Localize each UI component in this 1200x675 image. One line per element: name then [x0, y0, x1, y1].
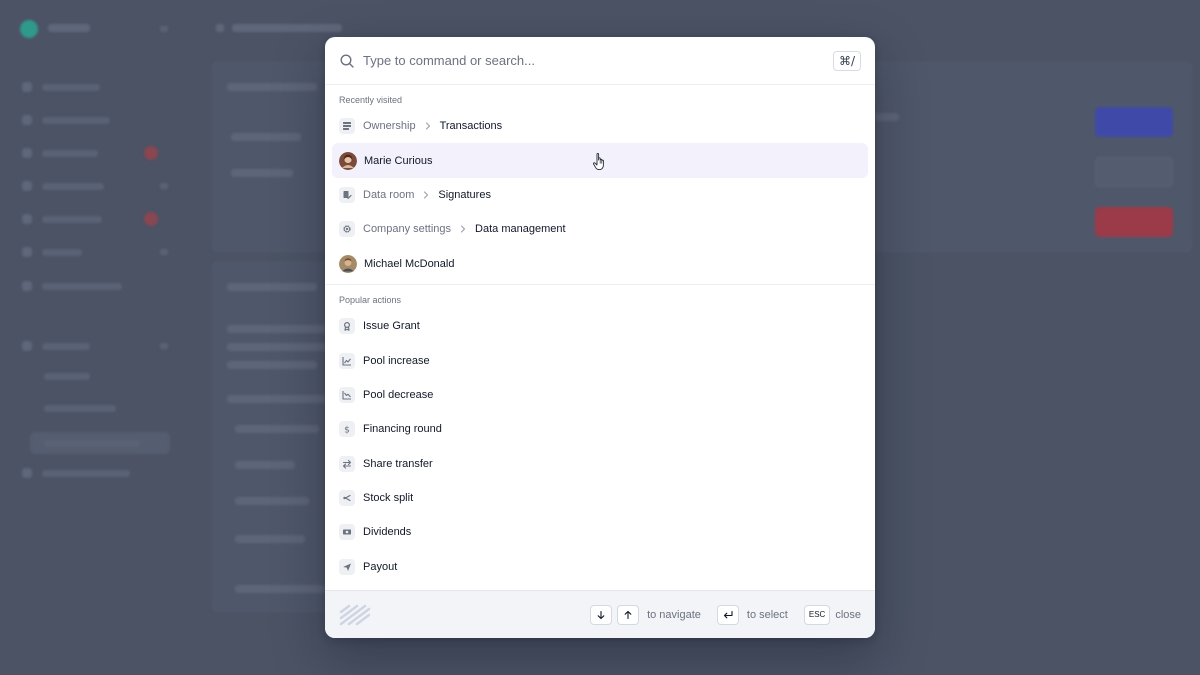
navigate-hint: to navigate	[647, 608, 701, 621]
sidebar-item	[22, 181, 104, 191]
sidebar-item	[22, 468, 130, 478]
action-label: Payout	[363, 560, 398, 573]
table-icon	[339, 118, 355, 135]
section-label-popular: Popular actions	[339, 294, 402, 305]
command-palette: ⌘/ Recently visited Ownership Transactio…	[325, 37, 875, 638]
chart-down-icon	[339, 386, 355, 403]
document-sign-icon	[339, 186, 355, 203]
crumb-parent: Data room	[363, 188, 415, 201]
crumb-parent: Ownership	[363, 120, 416, 133]
sidebar-subitem	[44, 440, 140, 447]
esc-key: ESC	[803, 604, 831, 625]
banknote-icon	[339, 524, 355, 541]
avatar-michael	[339, 254, 357, 273]
action-label: Financing round	[363, 423, 442, 436]
transfer-icon	[339, 455, 355, 472]
action-pool-decrease[interactable]: Pool decrease	[332, 378, 868, 412]
crumb-child: Transactions	[439, 120, 503, 133]
chevron-icon	[160, 249, 168, 255]
gear-icon	[339, 221, 355, 238]
recent-list: Ownership Transactions Marie Curious Dat…	[325, 109, 875, 281]
brand-logo-icon	[339, 604, 371, 626]
popular-actions-list: Issue Grant Pool increase Pool decrease …	[325, 309, 875, 584]
svg-text:$: $	[344, 426, 350, 435]
action-label: Pool decrease	[363, 388, 434, 401]
action-share-transfer[interactable]: Share transfer	[332, 447, 868, 481]
search-bar: ⌘/	[325, 37, 875, 85]
section-label-recent: Recently visited	[339, 95, 403, 105]
background-sidebar	[0, 0, 190, 675]
chevron-right-icon	[423, 121, 433, 131]
search-icon	[339, 53, 355, 69]
action-pool-increase[interactable]: Pool increase	[332, 343, 868, 377]
action-label: Share transfer	[363, 457, 433, 470]
keyboard-hints: to navigate to select ESC close	[590, 604, 861, 625]
hand-cursor-icon	[593, 153, 604, 171]
dollar-icon: $	[339, 421, 355, 438]
person-name: Marie Curious	[364, 154, 433, 167]
recent-item-ownership-transactions[interactable]: Ownership Transactions	[332, 109, 868, 143]
select-hint: to select	[746, 608, 788, 621]
avatar-marie	[339, 151, 357, 170]
sidebar-item	[22, 82, 100, 92]
action-payout[interactable]: Payout	[332, 550, 868, 584]
action-label: Issue Grant	[363, 320, 420, 333]
background-card	[212, 262, 332, 612]
sidebar-item	[22, 148, 98, 158]
app-name	[48, 24, 90, 32]
sidebar-subitem	[44, 405, 116, 412]
shortcut-key: ⌘/	[832, 50, 861, 71]
close-hint: close	[835, 608, 861, 621]
sidebar-item	[22, 247, 82, 257]
recent-item-dataroom-signatures[interactable]: Data room Signatures	[332, 178, 868, 212]
sidebar-subitem	[44, 373, 90, 380]
notification-dot	[144, 212, 158, 226]
enter-icon	[716, 604, 739, 625]
chart-up-icon	[339, 352, 355, 369]
palette-footer: to navigate to select ESC close	[325, 590, 875, 638]
sidebar-item	[22, 281, 122, 291]
person-name: Michael McDonald	[364, 257, 455, 270]
arrow-down-icon	[590, 604, 613, 625]
recent-item-michael-mcdonald[interactable]: Michael McDonald	[332, 247, 868, 281]
background-breadcrumb	[216, 24, 342, 32]
action-issue-grant[interactable]: Issue Grant	[332, 309, 868, 343]
chevron-right-icon	[458, 224, 468, 234]
search-input[interactable]	[363, 53, 833, 68]
award-icon	[339, 318, 355, 335]
recent-item-settings-data-management[interactable]: Company settings Data management	[332, 212, 868, 246]
send-icon	[339, 558, 355, 575]
chevron-icon	[160, 343, 168, 349]
chevron-right-icon	[421, 190, 431, 200]
sidebar-collapse-icon	[160, 26, 168, 32]
action-label: Stock split	[363, 492, 414, 505]
action-financing-round[interactable]: $ Financing round	[332, 412, 868, 446]
action-stock-split[interactable]: Stock split	[332, 481, 868, 515]
crumb-child: Signatures	[438, 188, 491, 201]
action-label: Dividends	[363, 526, 412, 539]
crumb-child: Data management	[475, 223, 566, 236]
sidebar-item	[22, 341, 90, 351]
notification-dot	[144, 146, 158, 160]
sidebar-item	[22, 214, 102, 224]
sidebar-item	[22, 115, 110, 125]
arrow-up-icon	[617, 604, 640, 625]
split-icon	[339, 490, 355, 507]
action-label: Pool increase	[363, 354, 430, 367]
crumb-parent: Company settings	[363, 223, 452, 236]
app-logo	[20, 20, 38, 38]
action-dividends[interactable]: Dividends	[332, 515, 868, 549]
chevron-icon	[160, 183, 168, 189]
